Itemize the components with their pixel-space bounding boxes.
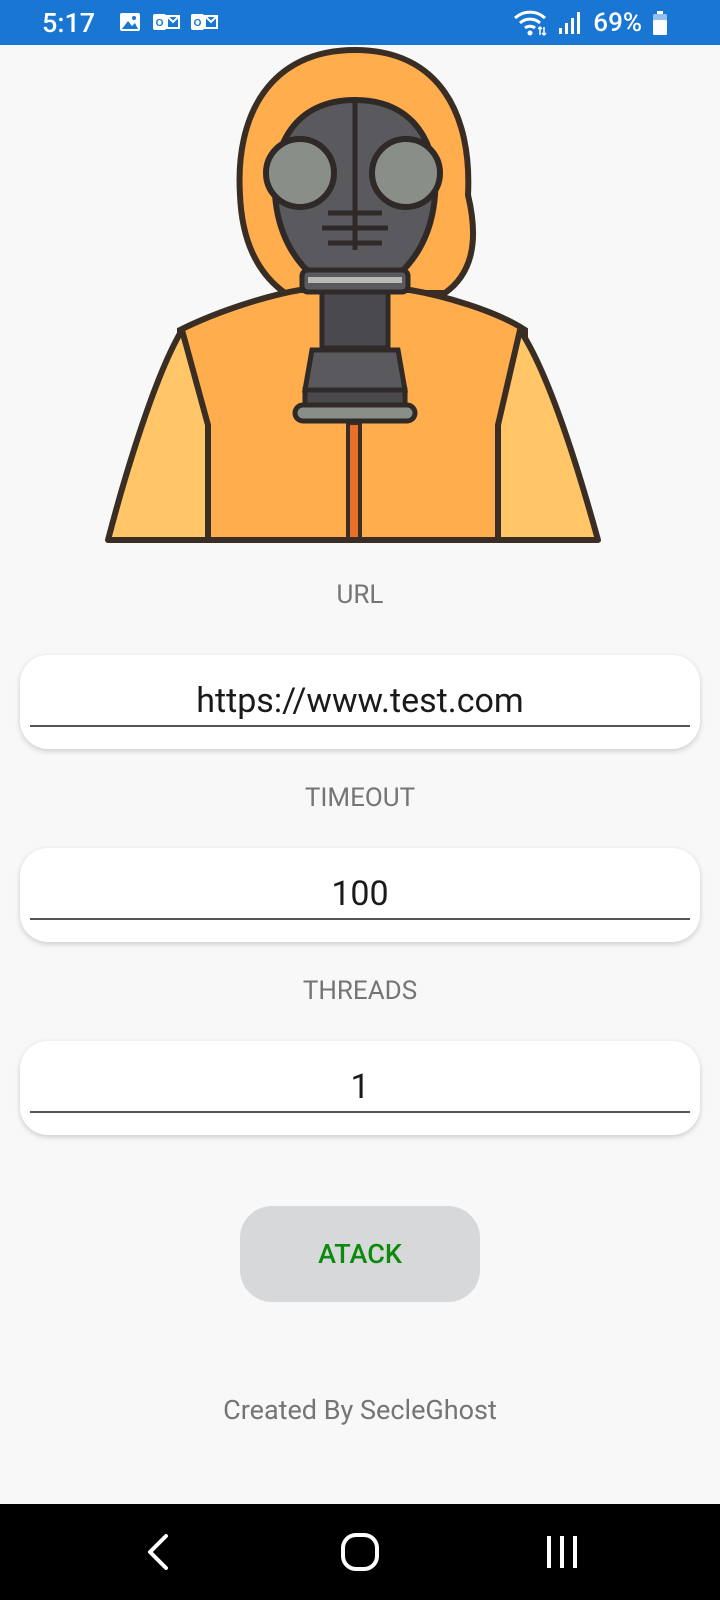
svg-text:O: O bbox=[156, 18, 164, 29]
home-icon[interactable] bbox=[335, 1532, 385, 1572]
status-bar: 5:17 O O 69% bbox=[0, 0, 720, 45]
threads-field-card bbox=[20, 1041, 700, 1135]
navigation-bar bbox=[0, 1504, 720, 1600]
back-icon[interactable] bbox=[134, 1532, 184, 1572]
status-notification-icons: O O bbox=[118, 10, 218, 34]
status-system-icons: 69% bbox=[513, 8, 668, 38]
threads-label: THREADS bbox=[302, 976, 418, 1006]
hazmat-hacker-illustration bbox=[105, 46, 601, 543]
signal-icon bbox=[559, 12, 581, 34]
url-label: URL bbox=[336, 580, 384, 610]
url-input[interactable] bbox=[30, 677, 690, 727]
threads-input[interactable] bbox=[30, 1063, 690, 1113]
timeout-input[interactable] bbox=[30, 870, 690, 920]
recents-icon[interactable] bbox=[537, 1532, 587, 1572]
svg-text:O: O bbox=[194, 18, 202, 29]
attack-button[interactable]: ATACK bbox=[240, 1206, 480, 1302]
wifi-icon bbox=[514, 10, 547, 37]
credits-text: Created By SecleGhost bbox=[223, 1394, 497, 1426]
image-icon bbox=[120, 13, 140, 31]
timeout-label: TIMEOUT bbox=[304, 783, 416, 813]
battery-percent: 69% bbox=[593, 8, 642, 38]
status-time: 5:17 bbox=[42, 7, 96, 39]
outlook-icon: O bbox=[153, 14, 180, 30]
battery-icon bbox=[653, 11, 667, 35]
outlook-icon: O bbox=[191, 14, 218, 30]
url-field-card bbox=[20, 655, 700, 749]
timeout-field-card bbox=[20, 848, 700, 942]
